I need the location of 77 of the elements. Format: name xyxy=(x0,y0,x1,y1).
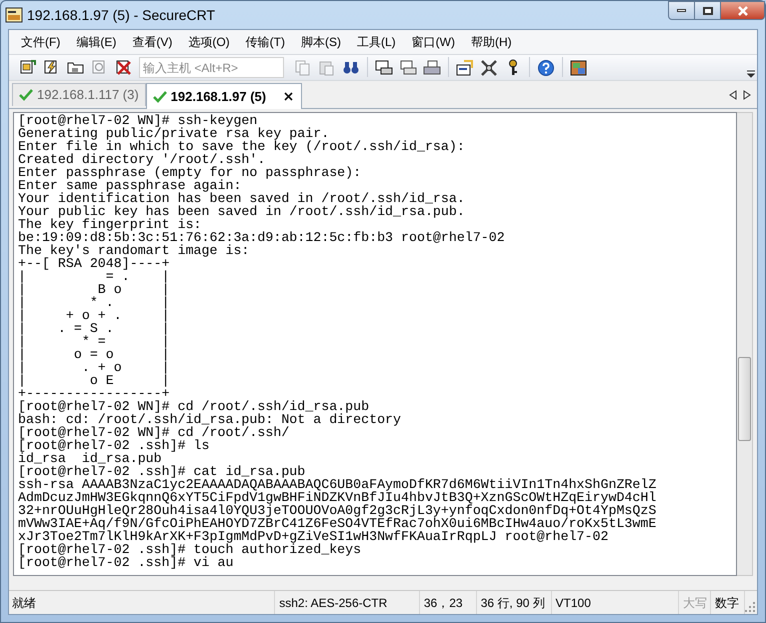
close-icon xyxy=(736,6,748,16)
app-icon xyxy=(5,7,23,23)
terminal-line: The key fingerprint is: xyxy=(18,218,202,231)
terminal-line: +-----------------+ xyxy=(18,387,170,400)
terminal-line: Your public key has been saved in /root/.ssh/id_rsa.pub. xyxy=(18,205,465,218)
terminal-line: | * . | xyxy=(18,296,170,309)
terminal-line: | o = o | xyxy=(18,348,170,361)
host-field[interactable]: 输入主机 <Alt+R> xyxy=(139,57,284,78)
connect-icon[interactable] xyxy=(19,58,37,76)
close-button[interactable] xyxy=(721,1,765,20)
terminal-line: xJr3Toe2Tm7lKlH9kArXK+F3pIgmMdPvD+gZiVeSI1wH3NwfFKAuaIrRqpLJ root@rhel7-02 xyxy=(18,530,608,543)
status-text: 大写 xyxy=(683,594,708,612)
session-tab[interactable]: 192.168.1.117 (3) xyxy=(12,83,146,106)
terminal-line: Enter file in which to save the key (/root/.ssh/id_rsa): xyxy=(18,140,465,153)
terminal-line: | = . | xyxy=(18,270,170,283)
status-text: 36，23 xyxy=(424,594,463,612)
status-text: ssh2: AES-256-CTR xyxy=(279,594,388,612)
disconnect-icon[interactable] xyxy=(115,58,133,76)
close-icon[interactable] xyxy=(284,92,294,101)
printer-icon[interactable] xyxy=(399,58,417,76)
terminal-line: [root@rhel7-02 WN]# cd /root/.ssh/id_rsa.pub xyxy=(18,400,370,413)
terminal-line: be:19:09:d8:5b:3c:51:76:62:3a:d9:ab:12:5c:fb:b3 root@rhel7-02 xyxy=(18,231,505,244)
terminal-line: | + o + . | xyxy=(18,309,170,322)
terminal-line: [root@rhel7-02 .ssh]# ls xyxy=(18,439,210,452)
terminal-line: | o E | xyxy=(18,374,170,387)
terminal-line: [root@rhel7-02 WN]# cd /root/.ssh/ xyxy=(18,426,290,439)
terminal-line: [root@rhel7-02 WN]# ssh-keygen xyxy=(18,114,258,127)
menu-item[interactable]: 文件(F) xyxy=(15,33,66,51)
monitor-printer-icon[interactable] xyxy=(375,58,393,76)
status-text: 数字 xyxy=(715,594,740,612)
status-text: 36 行, 90 列 xyxy=(480,594,545,612)
minimize-button[interactable] xyxy=(668,1,695,20)
status-text: VT100 xyxy=(556,594,591,612)
terminal-line: bash: cd: /root/.ssh/id_rsa.pub: Not a directory xyxy=(18,413,402,426)
terminal-line: 32+nrOUuHgHleQr28Ouh4isa4l0YQU3jeTOOUOVoA0gf2g3cRjL3y+ynfoqCxdon0nfDq+Ot4YpMsQzS xyxy=(18,504,656,517)
menu-item[interactable]: 工具(L) xyxy=(350,33,402,51)
scrollbar[interactable] xyxy=(737,112,753,576)
terminal-line: mVWw3IAE+Aq/f9N/GfcOiPhEAHOYD7ZBrC41Z6FeSO4VTEfRac7ohX0ui6MBcIHw4auo/roKx5tL3wmE xyxy=(18,517,656,530)
terminal-line: The key's randomart image is: xyxy=(18,244,250,257)
scroll-left-icon[interactable] xyxy=(729,90,737,100)
terminal-line: [root@rhel7-02 .ssh]# vi au xyxy=(18,556,234,569)
terminal-screen[interactable] xyxy=(13,112,737,576)
resize-grip-icon[interactable] xyxy=(745,602,756,613)
menu-item[interactable]: 窗口(W) xyxy=(406,33,461,51)
menu-item[interactable]: 传输(T) xyxy=(240,33,291,51)
menu-item[interactable]: 帮助(H) xyxy=(464,33,518,51)
maximize-button[interactable] xyxy=(695,1,721,20)
terminal-line: Your identification has been saved in /root/.ssh/id_rsa. xyxy=(18,192,465,205)
printer-icon[interactable] xyxy=(423,58,441,76)
terminal-line: +--[ RSA 2048]----+ xyxy=(18,257,170,270)
terminal-line: | * = | xyxy=(18,335,170,348)
menu-item[interactable]: 查看(V) xyxy=(126,33,178,51)
terminal-line: Enter passphrase (empty for no passphrase): xyxy=(18,166,362,179)
overflow-icon[interactable] xyxy=(747,70,755,78)
help-icon[interactable] xyxy=(537,58,555,76)
menu-item[interactable]: 脚本(S) xyxy=(294,33,347,51)
session-tab[interactable]: 192.168.1.97 (5) xyxy=(146,83,302,109)
terminal-line: ssh-rsa AAAAB3NzaC1yc2EAAAADAQABAAABAQC6UB0aFAymoDfKR7d6M6WtiiVIn1Tn4hxShGnZRelZ xyxy=(18,478,656,491)
terminal-line: | . = S . | xyxy=(18,322,170,335)
terminal-line: [root@rhel7-02 .ssh]# cat id_rsa.pub xyxy=(18,465,306,478)
menu-item[interactable]: 选项(O) xyxy=(182,33,236,51)
properties-icon[interactable] xyxy=(456,58,474,76)
scroll-right-icon[interactable] xyxy=(743,90,751,100)
terminal-line: AdmDcuzJmHW3EGkqnnQ6xYT5CiFpdV1gwBHFiNDZKVnBfJIu4hbvJtB3Q+XznGScOWtHZqEirywD4cHl xyxy=(18,491,656,504)
terminal-line: | . + o | xyxy=(18,361,170,374)
tools-icon[interactable] xyxy=(480,58,498,76)
terminal-line: Created directory '/root/.ssh'. xyxy=(18,153,266,166)
terminal-line: id_rsa id_rsa.pub xyxy=(18,452,162,465)
terminal-line: | B o | xyxy=(18,283,170,296)
window-title: 192.168.1.97 (5) - SecureCRT xyxy=(27,6,216,25)
scrollbar-thumb[interactable] xyxy=(738,357,751,441)
terminal-line: [root@rhel7-02 .ssh]# touch authorized_keys xyxy=(18,543,362,556)
terminal-line: Enter same passphrase again: xyxy=(18,179,242,192)
status-text: 就绪 xyxy=(12,594,36,612)
menu-item[interactable]: 编辑(E) xyxy=(70,33,122,51)
keymap-icon[interactable] xyxy=(570,58,588,76)
terminal-line: Generating public/private rsa key pair. xyxy=(18,127,330,140)
